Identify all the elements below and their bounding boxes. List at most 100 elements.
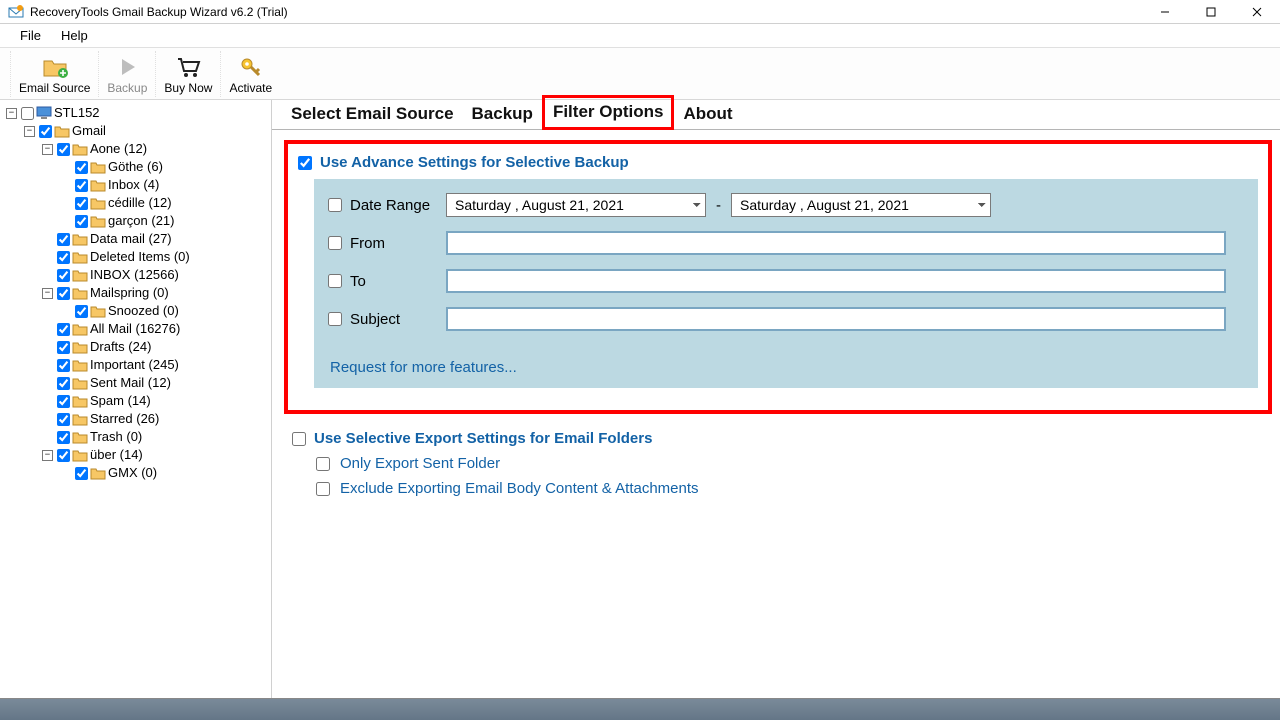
- tree-node-mailspring[interactable]: − Mailspring (0): [42, 284, 271, 302]
- tree-checkbox[interactable]: [21, 107, 34, 120]
- tab-about[interactable]: About: [674, 99, 741, 130]
- backup-button[interactable]: Backup: [98, 51, 155, 97]
- tree-checkbox[interactable]: [57, 359, 70, 372]
- activate-button[interactable]: Activate: [220, 51, 280, 97]
- folder-tree[interactable]: − STL152 − Gmail: [0, 100, 272, 698]
- tree-node[interactable]: All Mail (16276): [42, 320, 271, 338]
- tree-checkbox[interactable]: [57, 341, 70, 354]
- exclude-body-checkbox[interactable]: [316, 482, 330, 496]
- exclude-body-option[interactable]: Exclude Exporting Email Body Content & A…: [316, 480, 1272, 497]
- tree-checkbox[interactable]: [57, 449, 70, 462]
- tree-node-uber[interactable]: − über (14): [42, 446, 271, 464]
- tree-node[interactable]: Data mail (27): [42, 230, 271, 248]
- date-from-select[interactable]: Saturday , August 21, 2021: [446, 193, 706, 217]
- collapse-icon[interactable]: −: [42, 144, 53, 155]
- tree-checkbox[interactable]: [57, 323, 70, 336]
- folder-icon: [72, 268, 88, 282]
- tree-checkbox[interactable]: [75, 215, 88, 228]
- only-sent-option[interactable]: Only Export Sent Folder: [316, 455, 1272, 472]
- tab-backup[interactable]: Backup: [463, 99, 542, 130]
- tree-node[interactable]: Spam (14): [42, 392, 271, 410]
- collapse-icon[interactable]: −: [42, 288, 53, 299]
- tree-checkbox[interactable]: [75, 179, 88, 192]
- tree-label: Snoozed (0): [108, 302, 179, 320]
- only-sent-checkbox[interactable]: [316, 457, 330, 471]
- folder-icon: [72, 358, 88, 372]
- content-pane: Select Email Source Backup Filter Option…: [272, 100, 1280, 698]
- tree-checkbox[interactable]: [75, 161, 88, 174]
- from-option[interactable]: From: [328, 235, 446, 252]
- advance-settings-checkbox[interactable]: [298, 156, 312, 170]
- window-title: RecoveryTools Gmail Backup Wizard v6.2 (…: [30, 5, 288, 19]
- tree-node-aone[interactable]: − Aone (12): [42, 140, 271, 158]
- tree-checkbox[interactable]: [75, 305, 88, 318]
- tree-checkbox[interactable]: [57, 413, 70, 426]
- tree-label: garçon (21): [108, 212, 174, 230]
- tree-node[interactable]: INBOX (12566): [42, 266, 271, 284]
- subject-checkbox[interactable]: [328, 312, 342, 326]
- tree-label: über (14): [90, 446, 143, 464]
- filter-options-panel: Use Advance Settings for Selective Backu…: [284, 140, 1272, 414]
- folder-icon: [72, 394, 88, 408]
- tree-checkbox[interactable]: [57, 395, 70, 408]
- date-to-select[interactable]: Saturday , August 21, 2021: [731, 193, 991, 217]
- request-features-link[interactable]: Request for more features...: [330, 359, 1244, 376]
- folder-icon: [90, 196, 106, 210]
- maximize-button[interactable]: [1188, 0, 1234, 24]
- activate-label: Activate: [229, 81, 272, 95]
- buy-now-button[interactable]: Buy Now: [155, 51, 220, 97]
- to-checkbox[interactable]: [328, 274, 342, 288]
- tree-label: All Mail (16276): [90, 320, 180, 338]
- folder-icon: [72, 322, 88, 336]
- tree-node[interactable]: Göthe (6): [60, 158, 271, 176]
- tree-node[interactable]: cédille (12): [60, 194, 271, 212]
- tree-checkbox[interactable]: [39, 125, 52, 138]
- tree-node-root[interactable]: − STL152: [6, 104, 271, 122]
- tab-filter-options[interactable]: Filter Options: [542, 95, 675, 130]
- tree-node[interactable]: GMX (0): [60, 464, 271, 482]
- tree-node[interactable]: Sent Mail (12): [42, 374, 271, 392]
- subject-option[interactable]: Subject: [328, 311, 446, 328]
- subject-input[interactable]: [446, 307, 1226, 331]
- tree-node[interactable]: Deleted Items (0): [42, 248, 271, 266]
- date-range-option[interactable]: Date Range: [328, 197, 446, 214]
- to-option[interactable]: To: [328, 273, 446, 290]
- tree-checkbox[interactable]: [57, 143, 70, 156]
- tree-node[interactable]: Important (245): [42, 356, 271, 374]
- from-input[interactable]: [446, 231, 1226, 255]
- selective-export-checkbox[interactable]: [292, 432, 306, 446]
- tree-label: Deleted Items (0): [90, 248, 190, 266]
- tree-node-gmail[interactable]: − Gmail: [24, 122, 271, 140]
- tree-checkbox[interactable]: [75, 467, 88, 480]
- tree-checkbox[interactable]: [57, 233, 70, 246]
- menu-help[interactable]: Help: [51, 26, 98, 45]
- selective-export-heading[interactable]: Use Selective Export Settings for Email …: [292, 430, 1272, 447]
- tree-checkbox[interactable]: [57, 287, 70, 300]
- collapse-icon[interactable]: −: [6, 108, 17, 119]
- collapse-icon[interactable]: −: [42, 450, 53, 461]
- tree-node[interactable]: Trash (0): [42, 428, 271, 446]
- date-range-checkbox[interactable]: [328, 198, 342, 212]
- tab-select-email-source[interactable]: Select Email Source: [282, 99, 463, 130]
- to-input[interactable]: [446, 269, 1226, 293]
- email-source-button[interactable]: Email Source: [10, 51, 98, 97]
- close-button[interactable]: [1234, 0, 1280, 24]
- tree-checkbox[interactable]: [57, 269, 70, 282]
- menu-file[interactable]: File: [10, 26, 51, 45]
- tree-node[interactable]: garçon (21): [60, 212, 271, 230]
- minimize-button[interactable]: [1142, 0, 1188, 24]
- tree-checkbox[interactable]: [57, 377, 70, 390]
- collapse-icon[interactable]: −: [24, 126, 35, 137]
- tree-checkbox[interactable]: [57, 431, 70, 444]
- tree-node[interactable]: Starred (26): [42, 410, 271, 428]
- folder-icon: [72, 286, 88, 300]
- tree-node[interactable]: Drafts (24): [42, 338, 271, 356]
- advance-settings-heading[interactable]: Use Advance Settings for Selective Backu…: [298, 154, 1258, 171]
- folder-icon: [72, 340, 88, 354]
- tree-checkbox[interactable]: [75, 197, 88, 210]
- tree-node[interactable]: Inbox (4): [60, 176, 271, 194]
- tree-node[interactable]: Snoozed (0): [60, 302, 271, 320]
- tree-checkbox[interactable]: [57, 251, 70, 264]
- tree-label: Trash (0): [90, 428, 142, 446]
- from-checkbox[interactable]: [328, 236, 342, 250]
